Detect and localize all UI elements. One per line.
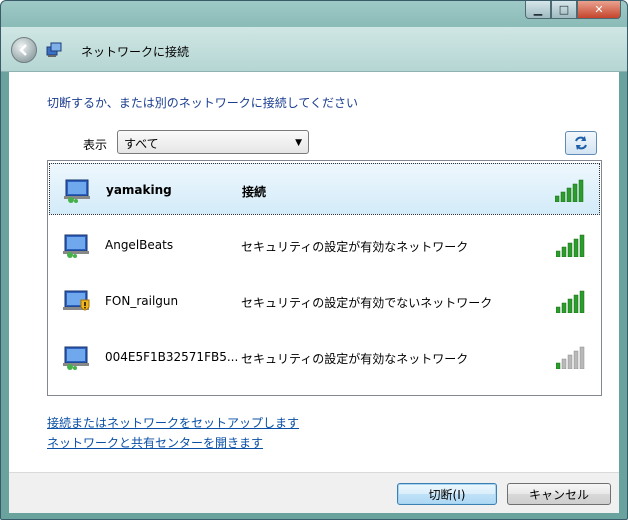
signal-strength-icon bbox=[556, 346, 585, 369]
network-row[interactable]: AngelBeats セキュリティの設定が有効なネットワーク bbox=[49, 219, 600, 271]
signal-bar bbox=[572, 183, 578, 202]
signal-strength-icon bbox=[555, 179, 584, 202]
main-content: 切断するか、または別のネットワークに接続してください 表示 すべて ▼ yama… bbox=[9, 72, 619, 472]
network-list: yamaking 接続 AngelBeats セキュリティの設定が有効なネットワーク… bbox=[47, 160, 602, 396]
network-ssid: 004E5F1B32571FB5... bbox=[105, 350, 239, 364]
signal-bar bbox=[567, 242, 573, 257]
network-sharing-center-link[interactable]: ネットワークと共有センターを開きます bbox=[47, 434, 299, 451]
show-filter-value: すべて bbox=[124, 137, 159, 151]
signal-bar bbox=[566, 187, 572, 202]
unsecured-network-icon bbox=[63, 290, 90, 311]
connect-to-network-window: ▁ □ ✕ ネットワークに接続 切断するか、または別のネットワークに接続してくだ… bbox=[0, 0, 628, 520]
close-button[interactable]: ✕ bbox=[577, 1, 621, 19]
network-status: セキュリティの設定が有効なネットワーク bbox=[241, 240, 469, 254]
back-arrow-icon bbox=[19, 44, 27, 56]
network-status: セキュリティの設定が有効でないネットワーク bbox=[241, 296, 493, 310]
wireless-network-icon bbox=[63, 234, 89, 258]
close-icon: ✕ bbox=[594, 3, 604, 16]
setup-connection-link[interactable]: 接続またはネットワークをセットアップします bbox=[47, 414, 299, 431]
signal-bar bbox=[556, 306, 561, 313]
signal-bar bbox=[567, 354, 573, 369]
signal-bar bbox=[561, 358, 567, 369]
signal-strength-icon bbox=[556, 234, 585, 257]
signal-bar bbox=[561, 302, 567, 313]
network-status: 接続 bbox=[242, 185, 267, 199]
wireless-network-icon bbox=[63, 346, 89, 370]
page-title: ネットワークに接続 bbox=[81, 45, 190, 59]
signal-bar bbox=[555, 195, 560, 202]
network-ssid: yamaking bbox=[106, 183, 172, 197]
network-row[interactable]: yamaking 接続 bbox=[49, 163, 600, 215]
network-row[interactable]: FON_railgun セキュリティの設定が有効でないネットワーク bbox=[49, 275, 600, 327]
disconnect-button[interactable]: 切断(I) bbox=[397, 483, 497, 505]
show-label: 表示 bbox=[83, 138, 108, 152]
signal-bar bbox=[579, 346, 585, 369]
signal-bar bbox=[578, 179, 584, 202]
footer-bar: 切断(I) キャンセル bbox=[9, 472, 619, 513]
signal-bar bbox=[567, 298, 573, 313]
signal-bar bbox=[579, 234, 585, 257]
wireless-network-icon bbox=[64, 179, 90, 203]
signal-bar bbox=[556, 362, 561, 369]
maximize-button[interactable]: □ bbox=[551, 1, 577, 19]
back-button[interactable] bbox=[11, 37, 37, 63]
network-status: セキュリティの設定が有効なネットワーク bbox=[241, 352, 469, 366]
refresh-icon bbox=[575, 136, 587, 150]
signal-strength-icon bbox=[556, 290, 585, 313]
network-row[interactable]: 004E5F1B32571FB5... セキュリティの設定が有効なネットワーク bbox=[49, 331, 600, 383]
network-ssid: FON_railgun bbox=[105, 294, 179, 308]
minimize-icon: ▁ bbox=[533, 3, 543, 16]
show-filter-dropdown[interactable]: すべて ▼ bbox=[117, 130, 309, 154]
title-bar[interactable]: ▁ □ ✕ bbox=[1, 1, 627, 27]
signal-bar bbox=[573, 238, 579, 257]
network-connect-icon bbox=[46, 42, 62, 57]
caption-buttons: ▁ □ ✕ bbox=[525, 1, 621, 19]
navigation-bar: ネットワークに接続 bbox=[1, 27, 627, 72]
signal-bar bbox=[573, 294, 579, 313]
signal-bar bbox=[561, 246, 567, 257]
links-section: 接続またはネットワークをセットアップします ネットワークと共有センターを開きます bbox=[47, 414, 299, 454]
network-ssid: AngelBeats bbox=[105, 238, 174, 252]
signal-bar bbox=[573, 350, 579, 369]
signal-bar bbox=[579, 290, 585, 313]
instruction-heading: 切断するか、または別のネットワークに接続してください bbox=[47, 96, 359, 110]
minimize-button[interactable]: ▁ bbox=[525, 1, 551, 19]
signal-bar bbox=[560, 191, 566, 202]
cancel-button[interactable]: キャンセル bbox=[507, 483, 611, 505]
chevron-down-icon: ▼ bbox=[295, 138, 302, 148]
signal-bar bbox=[556, 250, 561, 257]
refresh-button[interactable] bbox=[565, 131, 597, 155]
maximize-icon: □ bbox=[558, 3, 570, 16]
